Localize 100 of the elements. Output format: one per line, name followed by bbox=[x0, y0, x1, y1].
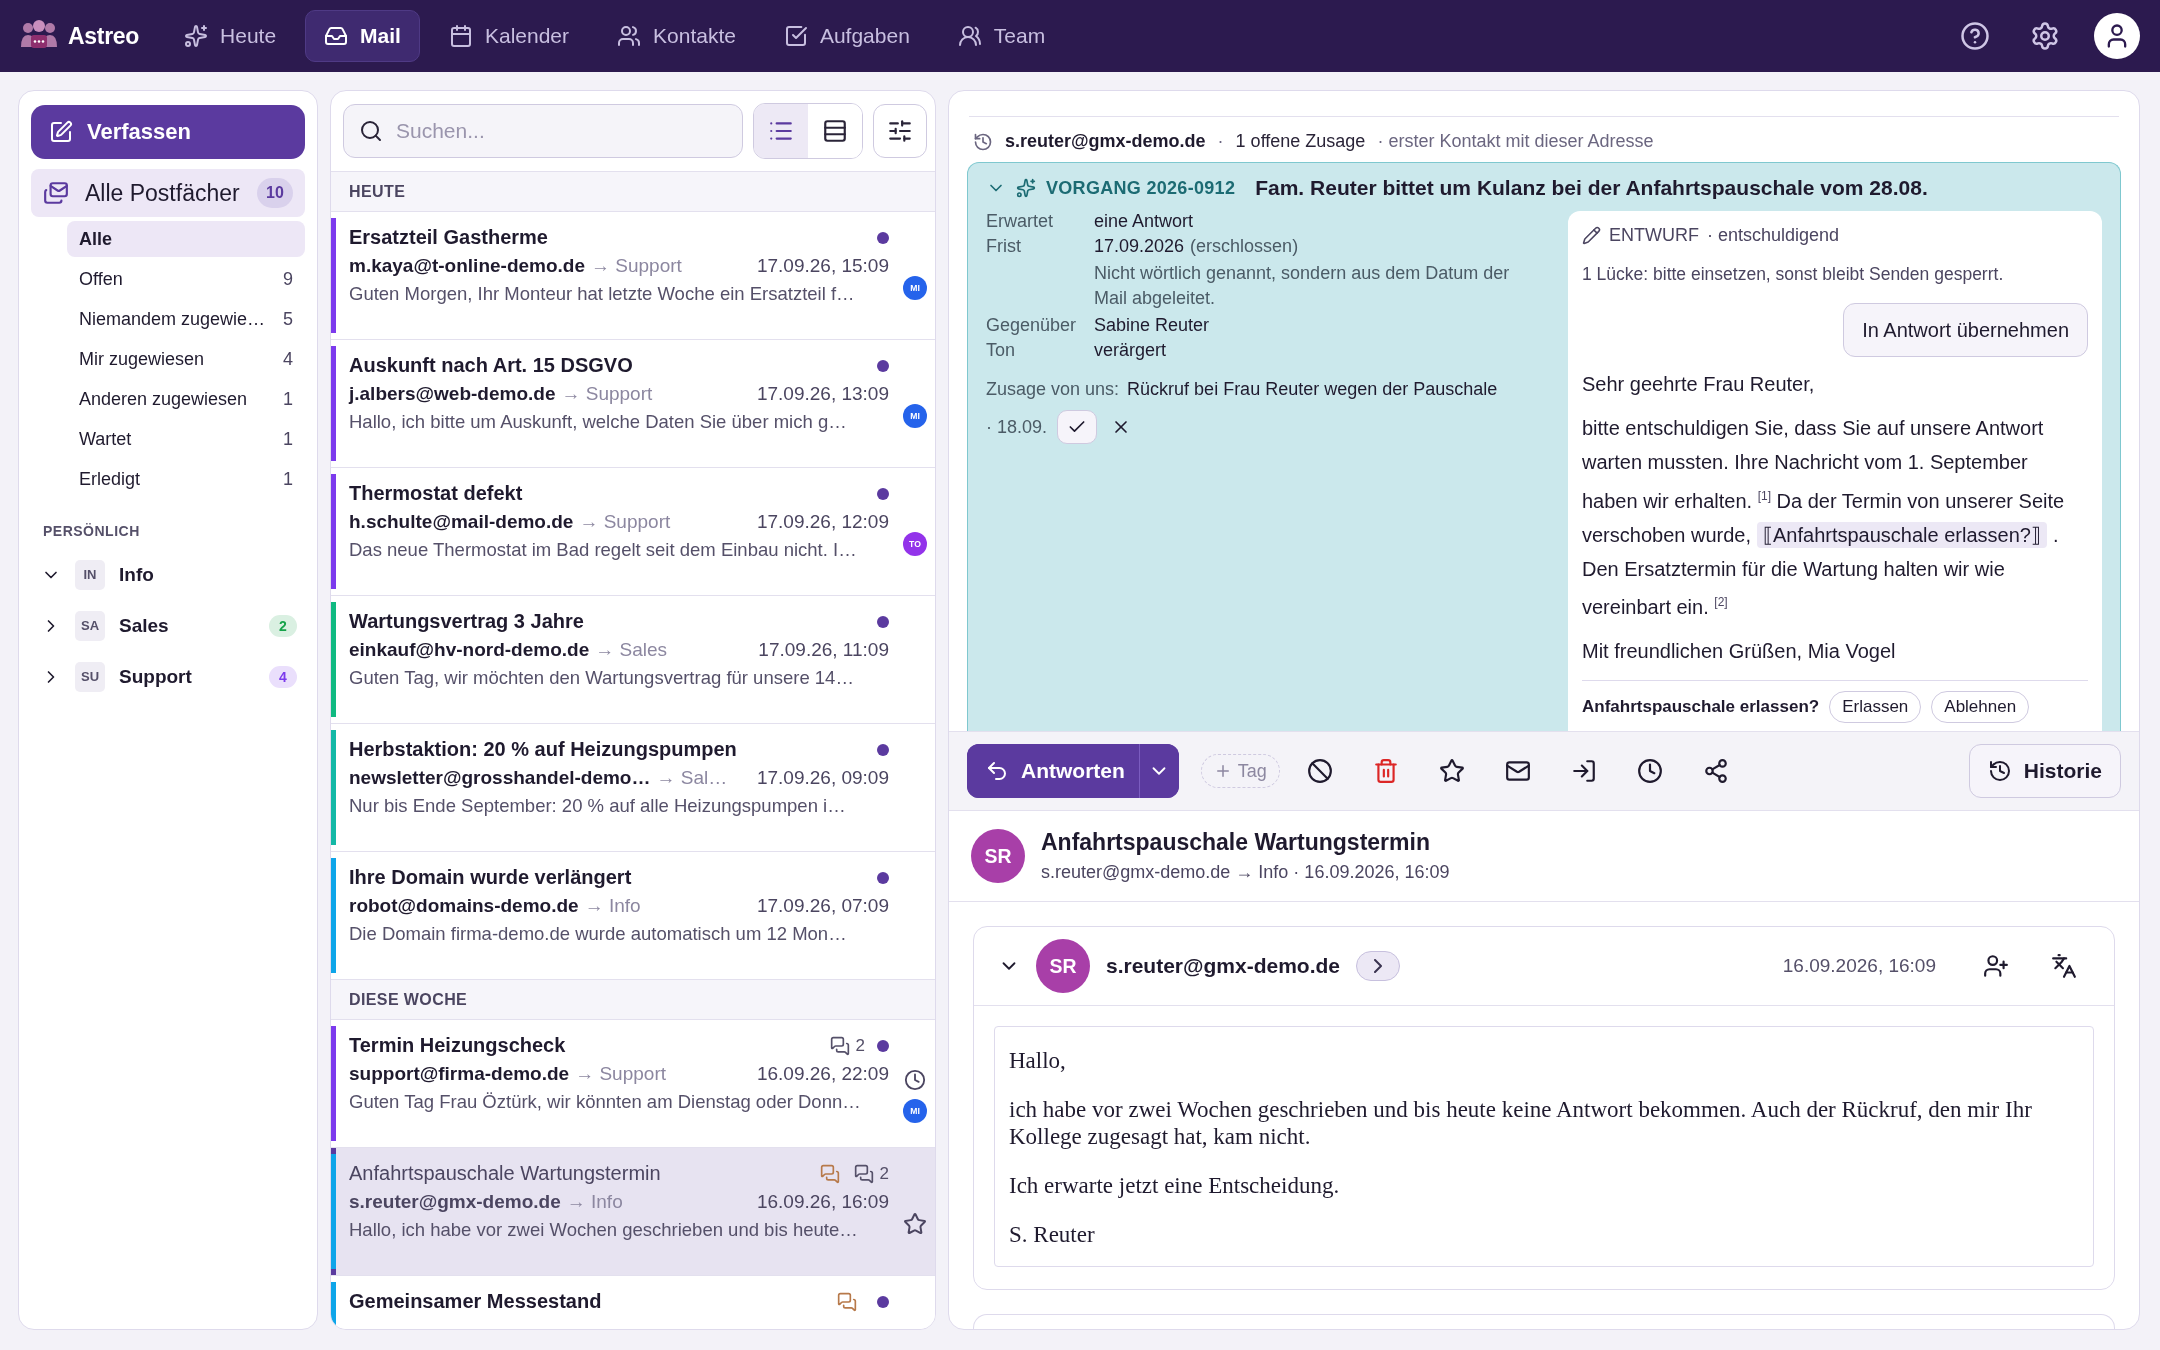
star-icon[interactable] bbox=[903, 1211, 927, 1236]
commitment-date: · 18.09. bbox=[986, 416, 1048, 438]
filter-item[interactable]: Offen 9 bbox=[67, 261, 305, 297]
history-icon bbox=[973, 131, 993, 152]
team-icon bbox=[957, 24, 982, 48]
filter-label: Offen bbox=[79, 268, 123, 290]
section-heading: PERSÖNLICH bbox=[43, 523, 141, 539]
mail-time: 17.09.26, 07:09 bbox=[756, 895, 889, 917]
mailbox-item[interactable]: IN Info bbox=[31, 549, 305, 600]
mailbox-label: → Support bbox=[561, 383, 653, 405]
filter-label: Niemandem zugewie… bbox=[79, 308, 266, 330]
fact-qualifier: (erschlossen) bbox=[1190, 236, 1299, 256]
filter-label: Alle bbox=[79, 228, 112, 250]
draft-tone: · entschuldigend bbox=[1707, 225, 1840, 246]
compose-button[interactable]: Verfassen bbox=[31, 105, 305, 159]
mail-sender: m.kaya@t-online-demo.de bbox=[349, 255, 585, 277]
mail-subject: Thermostat defekt bbox=[349, 482, 523, 505]
filter-item[interactable]: Alle bbox=[67, 221, 305, 257]
all-mailboxes-item[interactable]: Alle Postfächer 10 bbox=[31, 169, 305, 217]
fact-value: Sabine Reuter bbox=[1094, 315, 1210, 336]
checkbox-icon bbox=[783, 24, 808, 48]
assignee-avatar: MI bbox=[903, 275, 927, 300]
mailbox-label: Sales bbox=[119, 614, 169, 637]
filter-item[interactable]: Erledigt 1 bbox=[67, 461, 305, 497]
draft-paragraph: bitte entschuldigen Sie, dass Sie auf unsere Antwort warten mussten. Ihre Nachricht vom 1. September haben wir erhalten. $^{[1]}$ Da der Termin von unserer Seite verschoben wurde, ⟦Anfahrtspauschale erlassen?⟧ . Den Ersatztermin für die Wartung halten wir wie vereinbart ein. $^{[2]}$ bbox=[1582, 416, 2066, 621]
message-date: 16.09.2026, 16:09 bbox=[1782, 955, 1936, 978]
mail-preview: Hallo, ich habe vor zwei Wochen geschrieben und bis heute… bbox=[349, 1219, 859, 1241]
mail-time: 16.09.26, 16:09 bbox=[756, 1191, 889, 1213]
mail-meta: s.reuter@gmx-demo.de → Info · 16.09.2026, 16:09 bbox=[1041, 862, 1450, 884]
details-button[interactable] bbox=[1356, 951, 1401, 982]
reply-options-button[interactable] bbox=[1138, 744, 1179, 799]
filter-item[interactable]: Mir zugewiesen 4 bbox=[67, 341, 305, 377]
user-plus-icon bbox=[1983, 953, 2009, 980]
mailbox-item[interactable]: SA Sales 2 bbox=[31, 600, 305, 651]
filter-item[interactable]: Niemandem zugewie… 5 bbox=[67, 301, 305, 337]
fact-label: Ton bbox=[986, 340, 1017, 362]
draft-gaps-note: 1 Lücke: bitte einsetzen, sonst bleibt Senden gesperrt. bbox=[1582, 264, 2005, 285]
mail-time: 17.09.26, 11:09 bbox=[758, 639, 889, 661]
mail-subject: Anfahrtspauschale Wartungstermin bbox=[349, 1162, 661, 1185]
contact-note: · erster Kontakt mit dieser Adresse bbox=[1377, 131, 1654, 152]
mail-subject: Auskunft nach Art. 15 DSGVO bbox=[349, 354, 633, 377]
mail-subject: Herbstaktion: 20 % auf Heizungspumpen bbox=[349, 738, 737, 761]
filter-count: 9 bbox=[283, 268, 293, 290]
pen-square-icon bbox=[49, 120, 73, 144]
sender-avatar: SR bbox=[971, 829, 1025, 884]
block-icon bbox=[1306, 758, 1333, 785]
mail-preview: Das neue Thermostat im Bad regelt seit dem Einbau nicht. I… bbox=[349, 539, 858, 561]
message-sender: s.reuter@gmx-demo.de bbox=[1106, 954, 1341, 979]
user-avatar[interactable] bbox=[2094, 13, 2140, 59]
nav-tab[interactable]: Team bbox=[938, 10, 1065, 62]
nav-tab[interactable]: Mail bbox=[305, 10, 420, 62]
apply-draft-button[interactable]: In Antwort übernehmen bbox=[1843, 303, 2088, 357]
move-icon bbox=[1570, 758, 1597, 785]
mailboxes-icon bbox=[43, 180, 69, 206]
list-view-button[interactable] bbox=[754, 104, 808, 158]
filter-item[interactable]: Anderen zugewiesen 1 bbox=[67, 381, 305, 417]
mail-time: 17.09.26, 15:09 bbox=[756, 255, 889, 277]
thread-icon bbox=[829, 1035, 850, 1056]
history-button[interactable]: Historie bbox=[1968, 744, 2121, 799]
case-summary: Fam. Reuter bittet um Kulanz bei der Anfahrtspauschale vom 28.08. bbox=[1255, 176, 1928, 200]
thread-icon bbox=[853, 1163, 874, 1184]
translate-icon bbox=[2051, 953, 2077, 980]
count-badge: 2 bbox=[269, 614, 297, 637]
draft-question: Anfahrtspauschale erlassen? bbox=[1582, 697, 1820, 718]
message-paragraph: S. Reuter bbox=[1009, 1221, 1096, 1249]
assignee-avatar: TO bbox=[903, 531, 927, 556]
mail-preview: Hallo, ich bitte um Auskunft, welche Daten Sie über mich g… bbox=[349, 411, 848, 433]
fact-label: Frist bbox=[986, 236, 1022, 258]
nav-tab[interactable]: Kalender bbox=[429, 10, 588, 62]
mail-time: 17.09.26, 09:09 bbox=[756, 767, 889, 789]
nav-tab[interactable]: Heute bbox=[165, 10, 296, 62]
count-badge: 10 bbox=[257, 178, 293, 208]
mail-subject: Termin Heizungscheck bbox=[349, 1034, 566, 1057]
search-field[interactable]: Suchen... bbox=[343, 104, 743, 158]
mail-time: 17.09.26, 12:09 bbox=[756, 511, 889, 533]
option-button[interactable]: Erlassen bbox=[1829, 691, 1922, 724]
nav-tab[interactable]: Kontakte bbox=[598, 10, 755, 62]
nav-tab[interactable]: Aufgaben bbox=[764, 10, 929, 62]
mail-list-item[interactable]: Anfahrtspauschale Wartungstermin 2 s.reuter@gmx-demo.de → Info 16.09.26, 16:09 Hallo, ich habe vor zwei Wochen geschrieben und bis heute… bbox=[331, 1148, 935, 1276]
sender-avatar: SR bbox=[1036, 939, 1090, 994]
search-icon bbox=[359, 119, 383, 143]
trash-icon bbox=[1372, 758, 1399, 785]
help-icon[interactable] bbox=[1960, 21, 1990, 51]
mail-subject: Ihre Domain wurde verlängert bbox=[349, 866, 632, 889]
option-button[interactable]: Ablehnen bbox=[1931, 691, 2030, 724]
clock-icon bbox=[1636, 758, 1663, 785]
filter-settings-button[interactable] bbox=[873, 104, 927, 158]
filter-label: Mir zugewiesen bbox=[79, 348, 205, 370]
message-paragraph: ich habe vor zwei Wochen geschrieben und bis heute keine Antwort bekommen. Auch der Rückruf, den mir Ihr Kollege zugesagt hat, kam nicht. bbox=[1009, 1096, 2033, 1151]
mail-subject: Gemeinsamer Messestand bbox=[349, 1290, 602, 1313]
settings-icon[interactable] bbox=[2030, 21, 2060, 51]
mail-preview: Die Domain firma-demo.de wurde automatisch um 12 Mon… bbox=[349, 923, 848, 945]
fact-label: Erwartet bbox=[986, 211, 1055, 232]
mail-preview: Nur bis Ende September: 20 % auf alle Heizungspumpen i… bbox=[349, 795, 847, 817]
filter-item[interactable]: Wartet 1 bbox=[67, 421, 305, 457]
sliders-icon bbox=[887, 118, 913, 144]
mailbox-abbreviation: SU bbox=[75, 661, 105, 692]
mail-time: 17.09.26, 13:09 bbox=[756, 383, 889, 405]
mailbox-item[interactable]: SU Support 4 bbox=[31, 651, 305, 702]
commitment-text: Rückruf bei Frau Reuter wegen der Pauschale bbox=[1127, 379, 1498, 401]
